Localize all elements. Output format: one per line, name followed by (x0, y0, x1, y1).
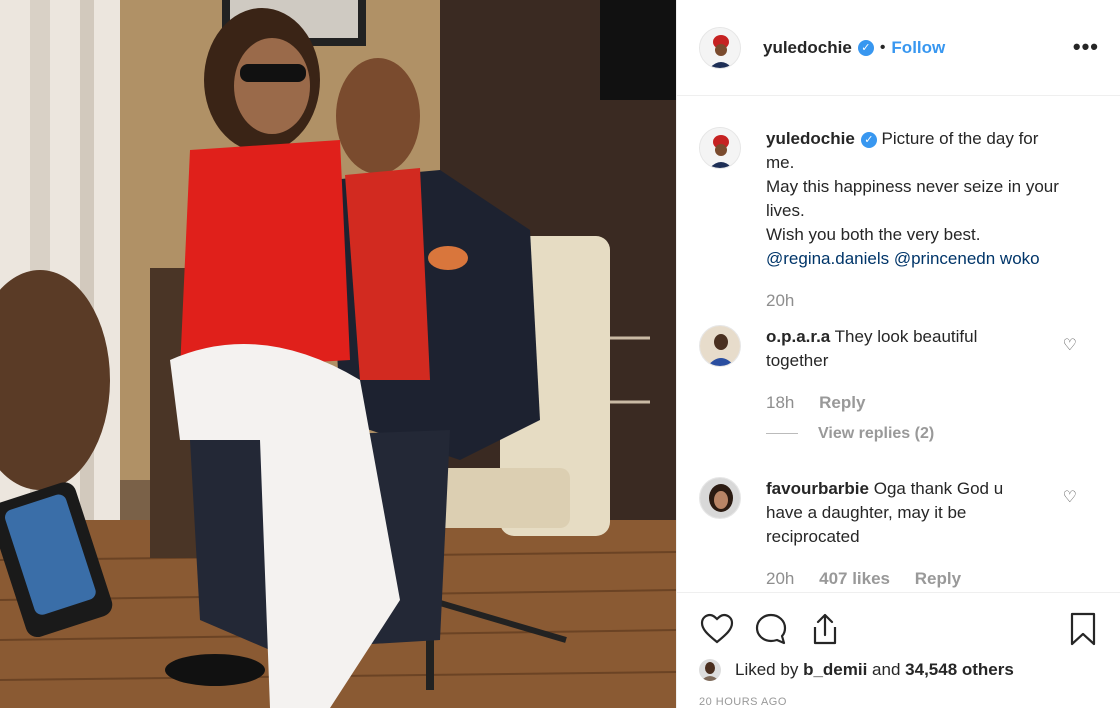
replies-divider (766, 433, 798, 435)
likes-middle: and (872, 660, 901, 679)
post-timestamp: 20 HOURS AGO (699, 696, 787, 708)
view-replies-label: View replies (2) (818, 425, 935, 442)
commenter-avatar[interactable] (699, 477, 741, 519)
post-side-panel: yuledochie ✓ • Follow ••• yuledochie✓ P (676, 0, 1120, 708)
comment-author[interactable]: favourbarbie (766, 479, 869, 498)
caption-line-3: May this happiness never seize in your (766, 177, 1059, 196)
comment-line-3: reciprocated (766, 527, 860, 546)
comment-time[interactable]: 20h (766, 569, 794, 588)
caption-line-1: Picture of the day for (881, 129, 1039, 148)
avatar-image (700, 478, 740, 518)
more-options-icon[interactable]: ••• (1073, 34, 1099, 60)
action-icons (699, 611, 843, 647)
likes-user[interactable]: b_demii (803, 660, 867, 680)
comment-icon[interactable] (753, 611, 789, 647)
caption-meta: 20h (766, 289, 1086, 313)
heart-icon[interactable] (699, 611, 735, 647)
verified-badge-icon: ✓ (857, 39, 874, 56)
caption-text: yuledochie ✓ Picture of the day for me. M… (766, 127, 1086, 313)
comment-text: favourbarbie Oga thank God u have a daug… (766, 477, 1086, 591)
avatar-image (700, 128, 740, 168)
comment-time[interactable]: 18h (766, 393, 794, 412)
reply-button[interactable]: Reply (915, 569, 961, 588)
view-replies-button[interactable]: View replies (2) (766, 425, 934, 443)
photo-illustration (0, 0, 676, 708)
reply-button[interactable]: Reply (819, 393, 865, 412)
like-comment-icon[interactable]: ♡ (1063, 487, 1077, 507)
caption-line-5: Wish you both the very best. (766, 225, 981, 244)
author-username[interactable]: yuledochie (763, 38, 852, 58)
instagram-post: yuledochie ✓ • Follow ••• yuledochie✓ P (0, 0, 1120, 708)
commenter-avatar[interactable] (699, 325, 741, 367)
avatar-image (699, 659, 721, 681)
comment-line-2: together (766, 351, 829, 370)
likes-count[interactable]: 34,548 others (905, 660, 1014, 680)
caption-line-2: me. (766, 153, 795, 172)
avatar-image (700, 27, 740, 68)
caption-mentions[interactable]: @regina.daniels @princenedn woko (766, 247, 1086, 271)
comments-list[interactable]: yuledochie ✓ Picture of the day for me. M… (677, 97, 1120, 591)
likes-summary[interactable]: Liked by b_demii and 34,548 others (699, 659, 1014, 681)
comment-meta: 20h 407 likes Reply (766, 567, 1086, 591)
follow-button[interactable]: Follow (891, 38, 945, 58)
post-actions: Liked by b_demii and 34,548 others (677, 592, 1120, 708)
share-icon[interactable] (807, 611, 843, 647)
caption-line-4: lives. (766, 201, 805, 220)
author-avatar[interactable] (699, 26, 741, 69)
bookmark-icon[interactable] (1067, 611, 1099, 647)
post-photo[interactable] (0, 0, 676, 708)
comment-meta: 18h Reply (766, 391, 1086, 415)
comment-author[interactable]: o.p.a.r.a (766, 327, 830, 346)
comment-line-1: They look beautiful (834, 327, 978, 346)
caption-author[interactable]: yuledochie (766, 129, 855, 148)
caption-line: yuledochie ✓ Picture of the day for (766, 129, 1038, 148)
comment-likes[interactable]: 407 likes (819, 569, 890, 588)
avatar-image (700, 326, 740, 366)
verified-badge-icon: ✓ (860, 132, 877, 148)
caption-time[interactable]: 20h (766, 291, 794, 310)
post-header: yuledochie ✓ • Follow ••• (677, 0, 1120, 96)
caption-avatar[interactable] (699, 127, 741, 169)
liker-avatar (699, 659, 721, 681)
like-comment-icon[interactable]: ♡ (1063, 335, 1077, 355)
comment-line-1: Oga thank God u (873, 479, 1004, 498)
comment-text: o.p.a.r.a They look beautiful together 1… (766, 325, 1086, 415)
comment-line-2: have a daughter, may it be (766, 503, 967, 522)
header-separator: • (879, 38, 886, 56)
likes-prefix: Liked by (735, 660, 799, 679)
